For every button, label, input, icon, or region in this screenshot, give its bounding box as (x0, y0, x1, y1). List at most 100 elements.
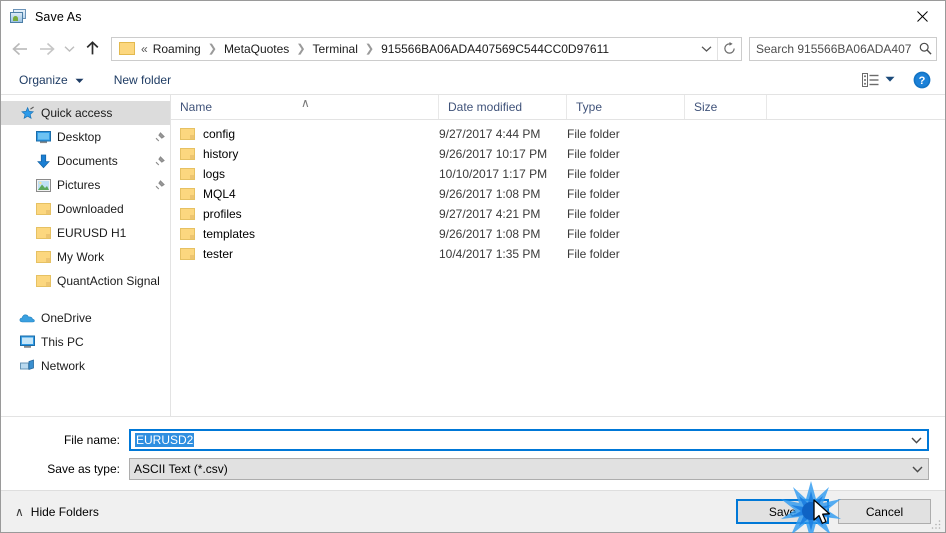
file-name: config (203, 127, 236, 141)
breadcrumb-item-terminal[interactable]: Terminal (310, 41, 361, 57)
folder-icon (180, 148, 195, 160)
sidebar-item-desktop[interactable]: Desktop (1, 125, 170, 149)
table-row[interactable]: templates 9/26/2017 1:08 PM File folder (171, 224, 945, 244)
sidebar-item-label: OneDrive (41, 311, 92, 325)
file-name-cell: MQL4 (171, 187, 439, 201)
forward-button[interactable] (33, 36, 59, 62)
sidebar-item-downloaded[interactable]: Downloaded (1, 197, 170, 221)
search-input[interactable] (750, 40, 914, 57)
sidebar-item-label: Desktop (57, 130, 102, 144)
file-name-cell: profiles (171, 207, 439, 221)
save-button[interactable]: Save (736, 499, 829, 524)
sort-ascending-icon: ∧ (301, 96, 310, 110)
arrow-left-icon (11, 42, 27, 55)
column-header-date-modified[interactable]: Date modified (439, 95, 567, 119)
file-name-row: File name: EURUSD2 (17, 429, 929, 451)
table-row[interactable]: config 9/27/2017 4:44 PM File folder (171, 124, 945, 144)
breadcrumb-item-roaming[interactable]: Roaming (150, 41, 204, 57)
save-as-type-combobox[interactable]: ASCII Text (*.csv) (129, 458, 929, 480)
refresh-button[interactable] (717, 37, 741, 60)
column-header-name[interactable]: Name ∧ (171, 95, 439, 119)
dialog-footer: ∧ Hide Folders Save Cancel (1, 490, 945, 532)
cancel-button[interactable]: Cancel (838, 499, 931, 524)
file-name-input[interactable]: EURUSD2 (131, 433, 905, 447)
resize-grip[interactable] (930, 518, 942, 530)
help-icon[interactable]: ? (913, 71, 931, 89)
sidebar-item-documents[interactable]: Documents (1, 149, 170, 173)
organize-button[interactable]: Organize (17, 69, 86, 91)
file-name: profiles (203, 207, 242, 221)
organize-label: Organize (19, 72, 68, 87)
breadcrumb-overflow[interactable]: « (141, 42, 150, 56)
file-rows: config 9/27/2017 4:44 PM File folder his… (171, 120, 945, 416)
column-header-type[interactable]: Type (567, 95, 685, 119)
new-folder-button[interactable]: New folder (112, 69, 173, 91)
table-row[interactable]: profiles 9/27/2017 4:21 PM File folder (171, 204, 945, 224)
type-cell: File folder (567, 127, 620, 141)
star-pin-icon (19, 105, 35, 121)
folder-icon (35, 225, 51, 241)
breadcrumb: « Roaming ❯ MetaQuotes ❯ Terminal ❯ 9155… (141, 41, 695, 57)
column-header-label: Date modified (448, 100, 523, 114)
column-header-size[interactable]: Size (685, 95, 767, 119)
address-bar[interactable]: « Roaming ❯ MetaQuotes ❯ Terminal ❯ 9155… (111, 36, 742, 61)
sidebar-item-onedrive[interactable]: OneDrive (1, 306, 170, 330)
up-button[interactable] (79, 36, 105, 62)
pin-icon[interactable] (152, 178, 166, 192)
search-box[interactable] (749, 36, 937, 61)
picture-icon (10, 8, 27, 25)
folder-icon (119, 42, 135, 55)
pin-icon[interactable] (152, 154, 166, 168)
recent-locations-button[interactable] (59, 36, 79, 62)
breadcrumb-separator-icon: ❯ (207, 43, 217, 55)
date-modified-cell: 9/27/2017 4:21 PM (439, 207, 541, 221)
sidebar-item-quick-access[interactable]: Quick access (1, 101, 170, 125)
file-name: templates (203, 227, 256, 241)
sidebar-item-my-work[interactable]: My Work (1, 245, 170, 269)
file-name-value: EURUSD2 (135, 433, 195, 447)
arrow-up-icon (86, 41, 98, 55)
view-dropdown-button[interactable] (881, 71, 899, 89)
close-icon[interactable] (899, 1, 945, 31)
table-row[interactable]: history 9/26/2017 10:17 PM File folder (171, 144, 945, 164)
sidebar-item-pictures[interactable]: Pictures (1, 173, 170, 197)
search-icon[interactable] (914, 38, 936, 60)
hide-folders-button[interactable]: ∧ Hide Folders (15, 505, 99, 519)
file-name: MQL4 (203, 187, 236, 201)
table-row[interactable]: tester 10/4/2017 1:35 PM File folder (171, 244, 945, 264)
sidebar-item-eurusd-h1[interactable]: EURUSD H1 (1, 221, 170, 245)
chevron-down-icon (75, 73, 84, 87)
table-row[interactable]: logs 10/10/2017 1:17 PM File folder (171, 164, 945, 184)
this-pc-icon (19, 334, 35, 350)
navigation-sidebar: Quick access Desktop Documents Pictures … (1, 95, 171, 416)
dialog-buttons: Save Cancel (736, 499, 931, 524)
table-row[interactable]: MQL4 9/26/2017 1:08 PM File folder (171, 184, 945, 204)
folder-icon (180, 228, 195, 240)
save-as-type-label: Save as type: (47, 462, 120, 476)
breadcrumb-item-metaquotes[interactable]: MetaQuotes (221, 41, 292, 57)
sidebar-item-label: QuantAction Signal (57, 274, 160, 288)
folder-icon (35, 201, 51, 217)
sidebar-item-quantaction-signal[interactable]: QuantAction Signal (1, 269, 170, 293)
chevron-down-icon[interactable] (905, 437, 927, 444)
address-dropdown-button[interactable] (695, 38, 717, 60)
folder-icon (35, 249, 51, 265)
date-modified-cell: 9/26/2017 10:17 PM (439, 147, 548, 161)
sidebar-item-network[interactable]: Network (1, 354, 170, 378)
view-layout-icon[interactable] (859, 71, 881, 89)
breadcrumb-item-terminal-id[interactable]: 915566BA06ADA407569C544CC0D97611 (378, 41, 612, 57)
file-name: logs (203, 167, 226, 181)
sidebar-item-this-pc[interactable]: This PC (1, 330, 170, 354)
chevron-down-icon (701, 45, 711, 52)
type-cell: File folder (567, 247, 620, 261)
sidebar-item-label: My Work (57, 250, 105, 264)
folder-icon (180, 188, 195, 200)
chevron-down-icon[interactable] (906, 466, 928, 473)
file-name-combobox[interactable]: EURUSD2 (129, 429, 929, 451)
desktop-icon (35, 129, 51, 145)
pin-icon[interactable] (152, 130, 166, 144)
date-modified-cell: 10/4/2017 1:35 PM (439, 247, 541, 261)
dialog-body: Quick access Desktop Documents Pictures … (1, 95, 945, 417)
back-button[interactable] (7, 36, 33, 62)
window-title: Save As (35, 9, 82, 24)
